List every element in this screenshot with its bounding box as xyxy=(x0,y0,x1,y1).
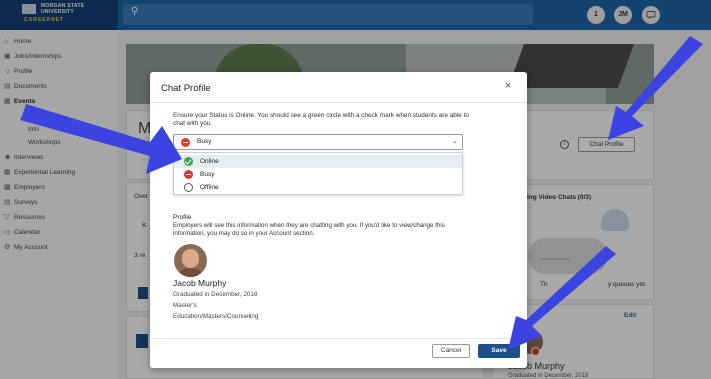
status-option-offline[interactable]: Offline xyxy=(174,181,462,194)
profile-heading: Profile xyxy=(173,214,192,221)
chat-profile-modal: Chat Profile × Ensure your Status is Onl… xyxy=(150,72,527,368)
modal-title: Chat Profile xyxy=(161,83,211,94)
status-option-busy[interactable]: Busy xyxy=(174,168,462,181)
profile-name: Jacob Murphy xyxy=(173,278,227,288)
save-button[interactable]: Save xyxy=(478,344,520,358)
status-instructions: Ensure your Status is Online. You should… xyxy=(173,112,469,127)
status-option-online[interactable]: Online xyxy=(174,155,462,168)
profile-graduated: Graduated in December, 2018 xyxy=(173,291,258,298)
offline-circle-icon xyxy=(184,183,193,192)
modal-footer-divider xyxy=(150,338,527,339)
close-icon[interactable]: × xyxy=(505,80,511,92)
avatar-face xyxy=(182,249,199,268)
status-selected-label: Busy xyxy=(197,138,212,145)
busy-status-icon xyxy=(184,170,193,179)
busy-status-icon xyxy=(181,138,190,147)
status-select[interactable]: Busy ⌄ xyxy=(173,134,463,150)
cancel-button[interactable]: Cancel xyxy=(432,344,470,358)
online-check-icon xyxy=(184,157,193,166)
modal-divider xyxy=(150,102,527,103)
chevron-down-icon: ⌄ xyxy=(452,138,458,145)
avatar xyxy=(174,244,207,277)
profile-degree: Master's xyxy=(173,302,197,309)
profile-program: Education/Masters/Counseling xyxy=(173,313,259,320)
avatar-shirt xyxy=(177,268,204,277)
status-dropdown: Online Busy Offline xyxy=(173,152,463,195)
profile-description: Employers will see this information when… xyxy=(173,222,445,237)
